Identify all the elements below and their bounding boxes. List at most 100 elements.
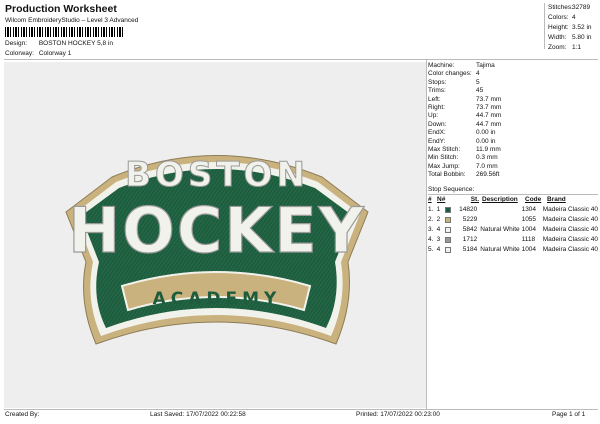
stop-number: 3. [428, 226, 434, 233]
thread-description [480, 205, 521, 215]
thread-code: 1118 [521, 236, 536, 243]
thread-brand: Madeira Classic 40 [542, 236, 599, 243]
page-number: Page 1 of 1 [552, 411, 586, 418]
colorway-value: Colorway 1 [38, 50, 72, 57]
info-label: Right: [428, 103, 445, 111]
col-header: # [428, 196, 432, 203]
colorway-label: Colorway: [5, 50, 34, 57]
thread-description [480, 235, 521, 245]
thread-brand: Madeira Classic 40 [542, 246, 599, 253]
info-value: 44.7 mm [476, 120, 502, 128]
info-value: 0.00 in [476, 137, 496, 145]
machine-info: Machine: Tajima Color changes: 4 Stops: 5 T… [428, 62, 598, 179]
stat-label: Zoom: [548, 44, 567, 51]
last-saved: Last Saved: 17/07/2022 00:22:58 [150, 411, 246, 418]
stat-label: Stitches: [548, 4, 573, 11]
stitch-count: 14820 [459, 206, 478, 213]
info-value: 4 [476, 70, 480, 78]
stat-value: 1:1 [572, 44, 582, 51]
info-value: 44.7 mm [476, 112, 502, 120]
info-label: EndY: [428, 137, 446, 145]
stat-label: Colors: [548, 14, 569, 21]
thread-brand: Madeira Classic 40 [542, 206, 599, 213]
header-divider [4, 59, 598, 60]
info-row: Left: 73.7 mm [428, 96, 598, 104]
stitch-count: 1712 [462, 236, 478, 243]
info-label: Up: [428, 112, 439, 120]
worksheet-title: Production Worksheet [5, 3, 117, 15]
thread-code: 1004 [521, 226, 537, 233]
info-label: Total Bobbin: [428, 171, 466, 179]
col-header: Description [482, 196, 518, 203]
stop-sequence-label: Stop Sequence: [428, 186, 475, 193]
stat-value: 5.80 in [572, 34, 592, 41]
info-row: EndY: 0.00 in [428, 138, 598, 146]
info-value: 5 [476, 78, 480, 86]
color-swatch [445, 207, 452, 213]
stop-sequence-table: # N# St. Description Code Brand 1. 1 148… [428, 195, 598, 255]
worksheet-page: Production Worksheet Wilcom EmbroiderySt… [0, 0, 600, 424]
info-value: 0.3 mm [476, 154, 498, 162]
stop-number: 1. [428, 206, 434, 213]
table-row: 5. 4 5184 Natural White 1004 Madeira Cla… [428, 245, 598, 255]
table-row: 3. 4 5842 Natural White 1004 Madeira Cla… [428, 225, 598, 235]
needle-number: 1 [436, 206, 441, 213]
stat-zoom: Zoom: 1:1 [545, 43, 599, 53]
info-label: Trims: [428, 87, 446, 95]
design-row: Design: BOSTON HOCKEY 5,8 in [5, 40, 113, 47]
info-label: Left: [428, 95, 441, 103]
info-label: Color changes: [428, 70, 472, 78]
footer-divider [4, 409, 598, 410]
thread-description: Natural White [480, 226, 520, 233]
thread-code: 1055 [521, 216, 537, 223]
design-line-academy: ACADEMY [153, 289, 282, 309]
color-swatch [445, 237, 452, 243]
col-header: Brand [547, 196, 566, 203]
color-swatch [445, 247, 452, 253]
needle-number: 2 [436, 216, 441, 223]
thread-description [480, 215, 521, 225]
info-value: 0.00 in [476, 129, 496, 137]
table-row: 4. 3 1712 1118 Madeira Classic 40 [428, 235, 598, 245]
col-header: St. [470, 196, 479, 203]
thread-code: 1004 [521, 246, 537, 253]
stat-value: 32789 [572, 4, 591, 11]
stitch-count: 5184 [462, 246, 478, 253]
info-row: Stops: 5 [428, 79, 598, 87]
printed-date: Printed: 17/07/2022 00:23:00 [356, 411, 440, 418]
info-label: Machine: [428, 62, 455, 69]
stat-value: 3.52 in [572, 24, 592, 31]
thread-brand: Madeira Classic 40 [542, 216, 599, 223]
thread-description: Natural White [480, 246, 520, 253]
info-value: 73.7 mm [476, 103, 502, 111]
info-row: Max Jump: 7.0 mm [428, 163, 598, 171]
info-row: Machine: Tajima [428, 62, 598, 70]
col-header: N# [437, 196, 446, 203]
color-swatch [445, 227, 452, 233]
info-row: EndX: 0.00 in [428, 129, 598, 137]
needle-number: 4 [436, 246, 441, 253]
stop-number: 5. [428, 246, 434, 253]
info-value: 73.7 mm [476, 95, 502, 103]
info-label: EndX: [428, 129, 446, 137]
table-row: 1. 1 14820 1304 Madeira Classic 40 [428, 205, 598, 215]
info-row: Max Stitch: 11.9 mm [428, 146, 598, 154]
design-line-hockey: HOCKEY [68, 194, 365, 267]
info-row: Trims: 45 [428, 87, 598, 95]
stat-label: Width: [548, 34, 567, 41]
info-value: Tajima [476, 62, 495, 69]
info-label: Min Stitch: [428, 154, 459, 162]
software-name: Wilcom EmbroideryStudio – Level 3 Advanc… [5, 17, 139, 24]
needle-number: 4 [436, 226, 441, 233]
info-value: 269.56ft [476, 171, 500, 179]
info-row: Min Stitch: 0.3 mm [428, 154, 598, 162]
info-label: Stops: [428, 78, 447, 86]
design-value: BOSTON HOCKEY 5,8 in [38, 40, 113, 47]
info-value: 7.0 mm [476, 162, 498, 170]
stat-stitches: Stitches: 32789 [545, 3, 599, 13]
info-label: Down: [428, 120, 447, 128]
barcode [5, 27, 123, 37]
stat-label: Height: [548, 24, 569, 31]
created-by: Created By: [5, 411, 40, 418]
stat-width: Width: 5.80 in [545, 33, 599, 43]
